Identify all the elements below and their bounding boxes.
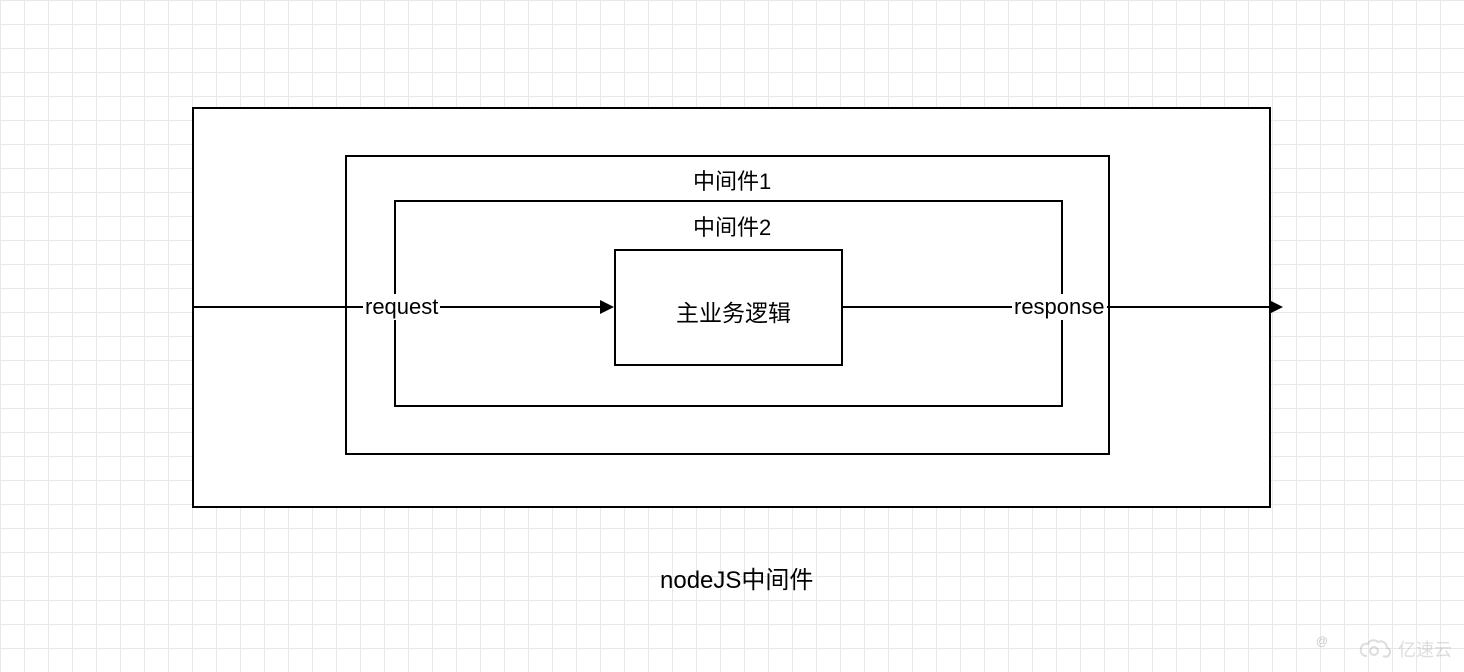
middleware-1-label: 中间件1 bbox=[691, 164, 773, 196]
diagram-caption: nodeJS中间件 bbox=[660, 560, 813, 595]
cloud-icon bbox=[1358, 638, 1392, 660]
response-arrow-head-icon bbox=[1269, 300, 1283, 314]
response-label: response bbox=[1012, 294, 1107, 320]
request-arrow-head-icon bbox=[600, 300, 614, 314]
middleware-2-label: 中间件2 bbox=[691, 210, 773, 242]
request-label: request bbox=[363, 294, 440, 320]
watermark-small-icon: @ bbox=[1316, 634, 1328, 648]
watermark: 亿速云 bbox=[1358, 636, 1452, 662]
core-logic-label: 主业务逻辑 bbox=[674, 294, 793, 328]
watermark-text: 亿速云 bbox=[1398, 636, 1452, 662]
